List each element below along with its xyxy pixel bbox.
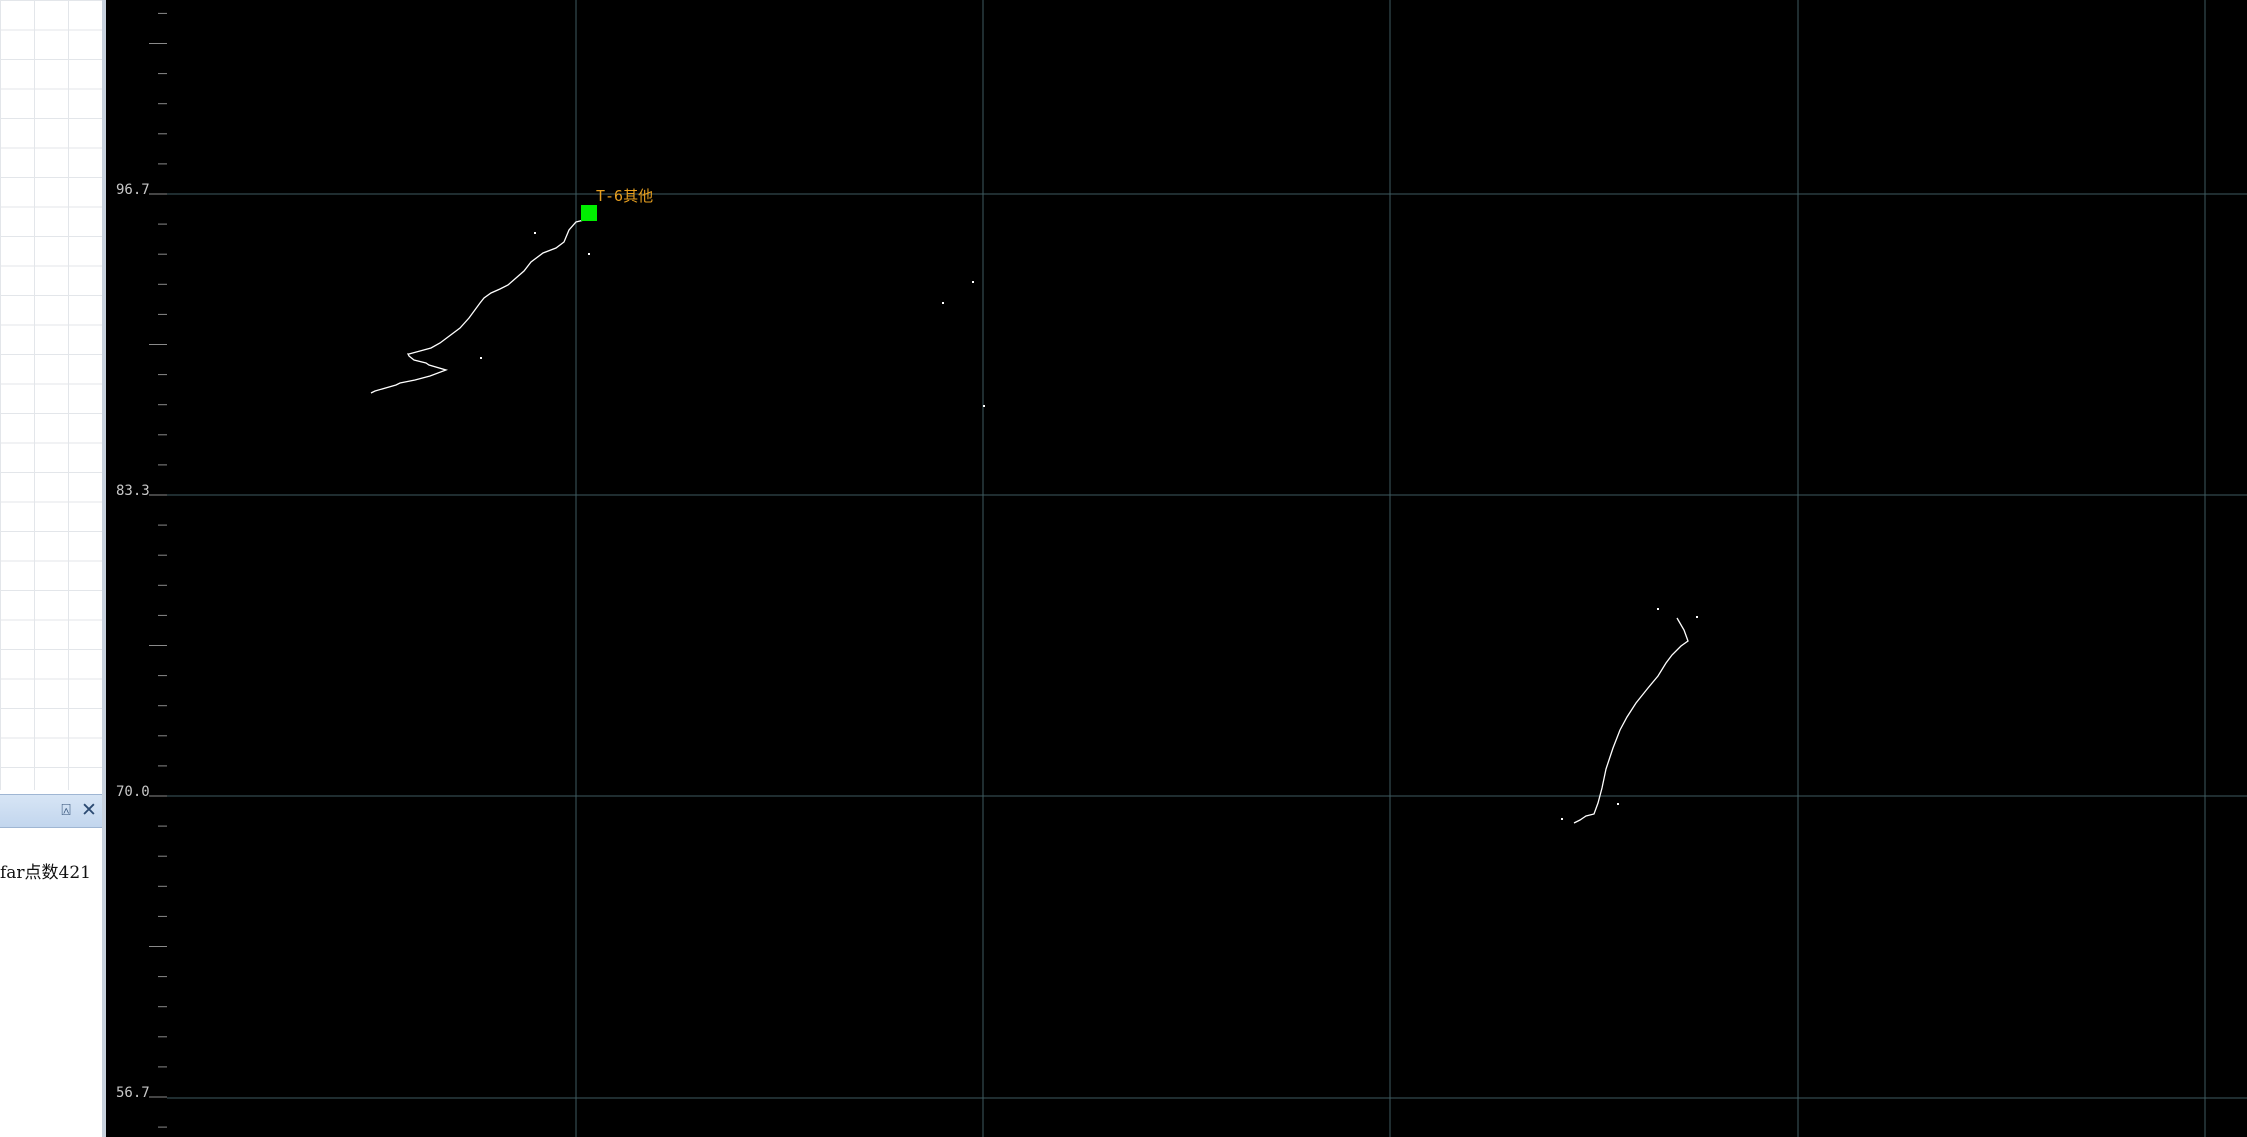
spreadsheet-grid[interactable] <box>0 0 102 790</box>
marker-square[interactable] <box>581 205 597 221</box>
stray-dot <box>480 357 482 359</box>
stray-dot <box>972 281 974 283</box>
gridlines <box>167 0 2247 1137</box>
y-label: 96.7 <box>116 182 150 198</box>
trace-upper-left[interactable] <box>370 218 589 394</box>
y-label: 70.0 <box>116 784 150 800</box>
y-axis-ticks <box>149 12 167 1128</box>
left-panel: ⍓ ✕ far点数421 <box>0 0 106 1137</box>
scatter-dots <box>480 232 1698 820</box>
plot-canvas[interactable]: 96.7 83.3 70.0 56.7 T-6其他 <box>106 0 2247 1137</box>
y-label: 83.3 <box>116 483 150 499</box>
stray-dot <box>1561 818 1563 820</box>
stray-dot <box>983 405 985 407</box>
stray-dot <box>588 253 590 255</box>
stray-dot <box>1696 616 1698 618</box>
stray-dot <box>942 302 944 304</box>
output-message: far点数421 <box>0 863 92 883</box>
y-axis-labels: 96.7 83.3 70.0 56.7 <box>116 182 150 1101</box>
trace-lower-right[interactable] <box>1573 617 1689 824</box>
stray-dot <box>1617 803 1619 805</box>
marker-label: T-6其他 <box>596 187 653 205</box>
stray-dot <box>534 232 536 234</box>
pin-icon[interactable]: ⍓ <box>56 798 76 822</box>
y-label: 56.7 <box>116 1085 150 1101</box>
close-icon[interactable]: ✕ <box>79 798 99 822</box>
stray-dot <box>1657 608 1659 610</box>
output-panel-header: ⍓ ✕ <box>0 794 102 828</box>
